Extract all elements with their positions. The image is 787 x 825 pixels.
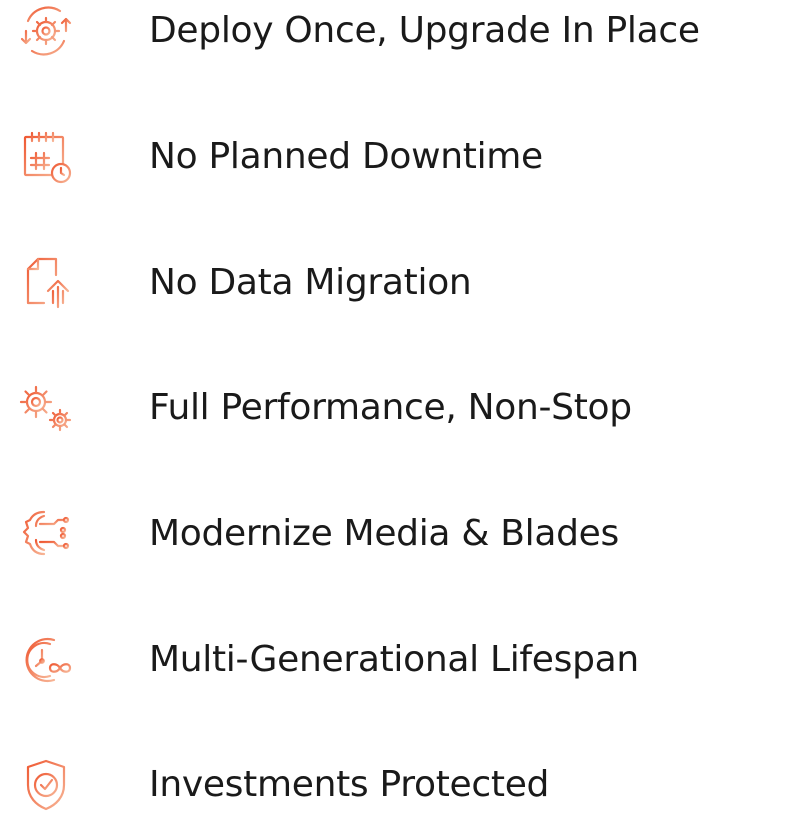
timer-infinity-icon (14, 628, 78, 692)
feature-label: Full Performance, Non-Stop (149, 387, 632, 428)
calendar-clock-icon (14, 125, 78, 189)
feature-item-deploy-once: Deploy Once, Upgrade In Place (0, 0, 787, 71)
feature-item-modernize: Modernize Media & Blades (0, 494, 787, 574)
shield-check-icon (14, 753, 78, 817)
feature-label: No Data Migration (149, 262, 472, 303)
feature-item-full-performance: Full Performance, Non-Stop (0, 368, 787, 448)
gears-icon (14, 376, 78, 440)
feature-label: Investments Protected (149, 764, 550, 805)
feature-label: No Planned Downtime (149, 136, 543, 177)
feature-label: Multi-Generational Lifespan (149, 639, 639, 680)
feature-item-no-migration: No Data Migration (0, 243, 787, 323)
feature-item-lifespan: Multi-Generational Lifespan (0, 620, 787, 700)
feature-label: Deploy Once, Upgrade In Place (149, 10, 700, 51)
circuit-brain-icon (14, 502, 78, 566)
feature-item-no-downtime: No Planned Downtime (0, 117, 787, 197)
feature-item-investments: Investments Protected (0, 745, 787, 825)
feature-label: Modernize Media & Blades (149, 513, 619, 554)
document-upload-icon (14, 251, 78, 315)
gear-cycle-icon (14, 0, 78, 63)
feature-list: Deploy Once, Upgrade In Place No Planned… (0, 0, 787, 825)
